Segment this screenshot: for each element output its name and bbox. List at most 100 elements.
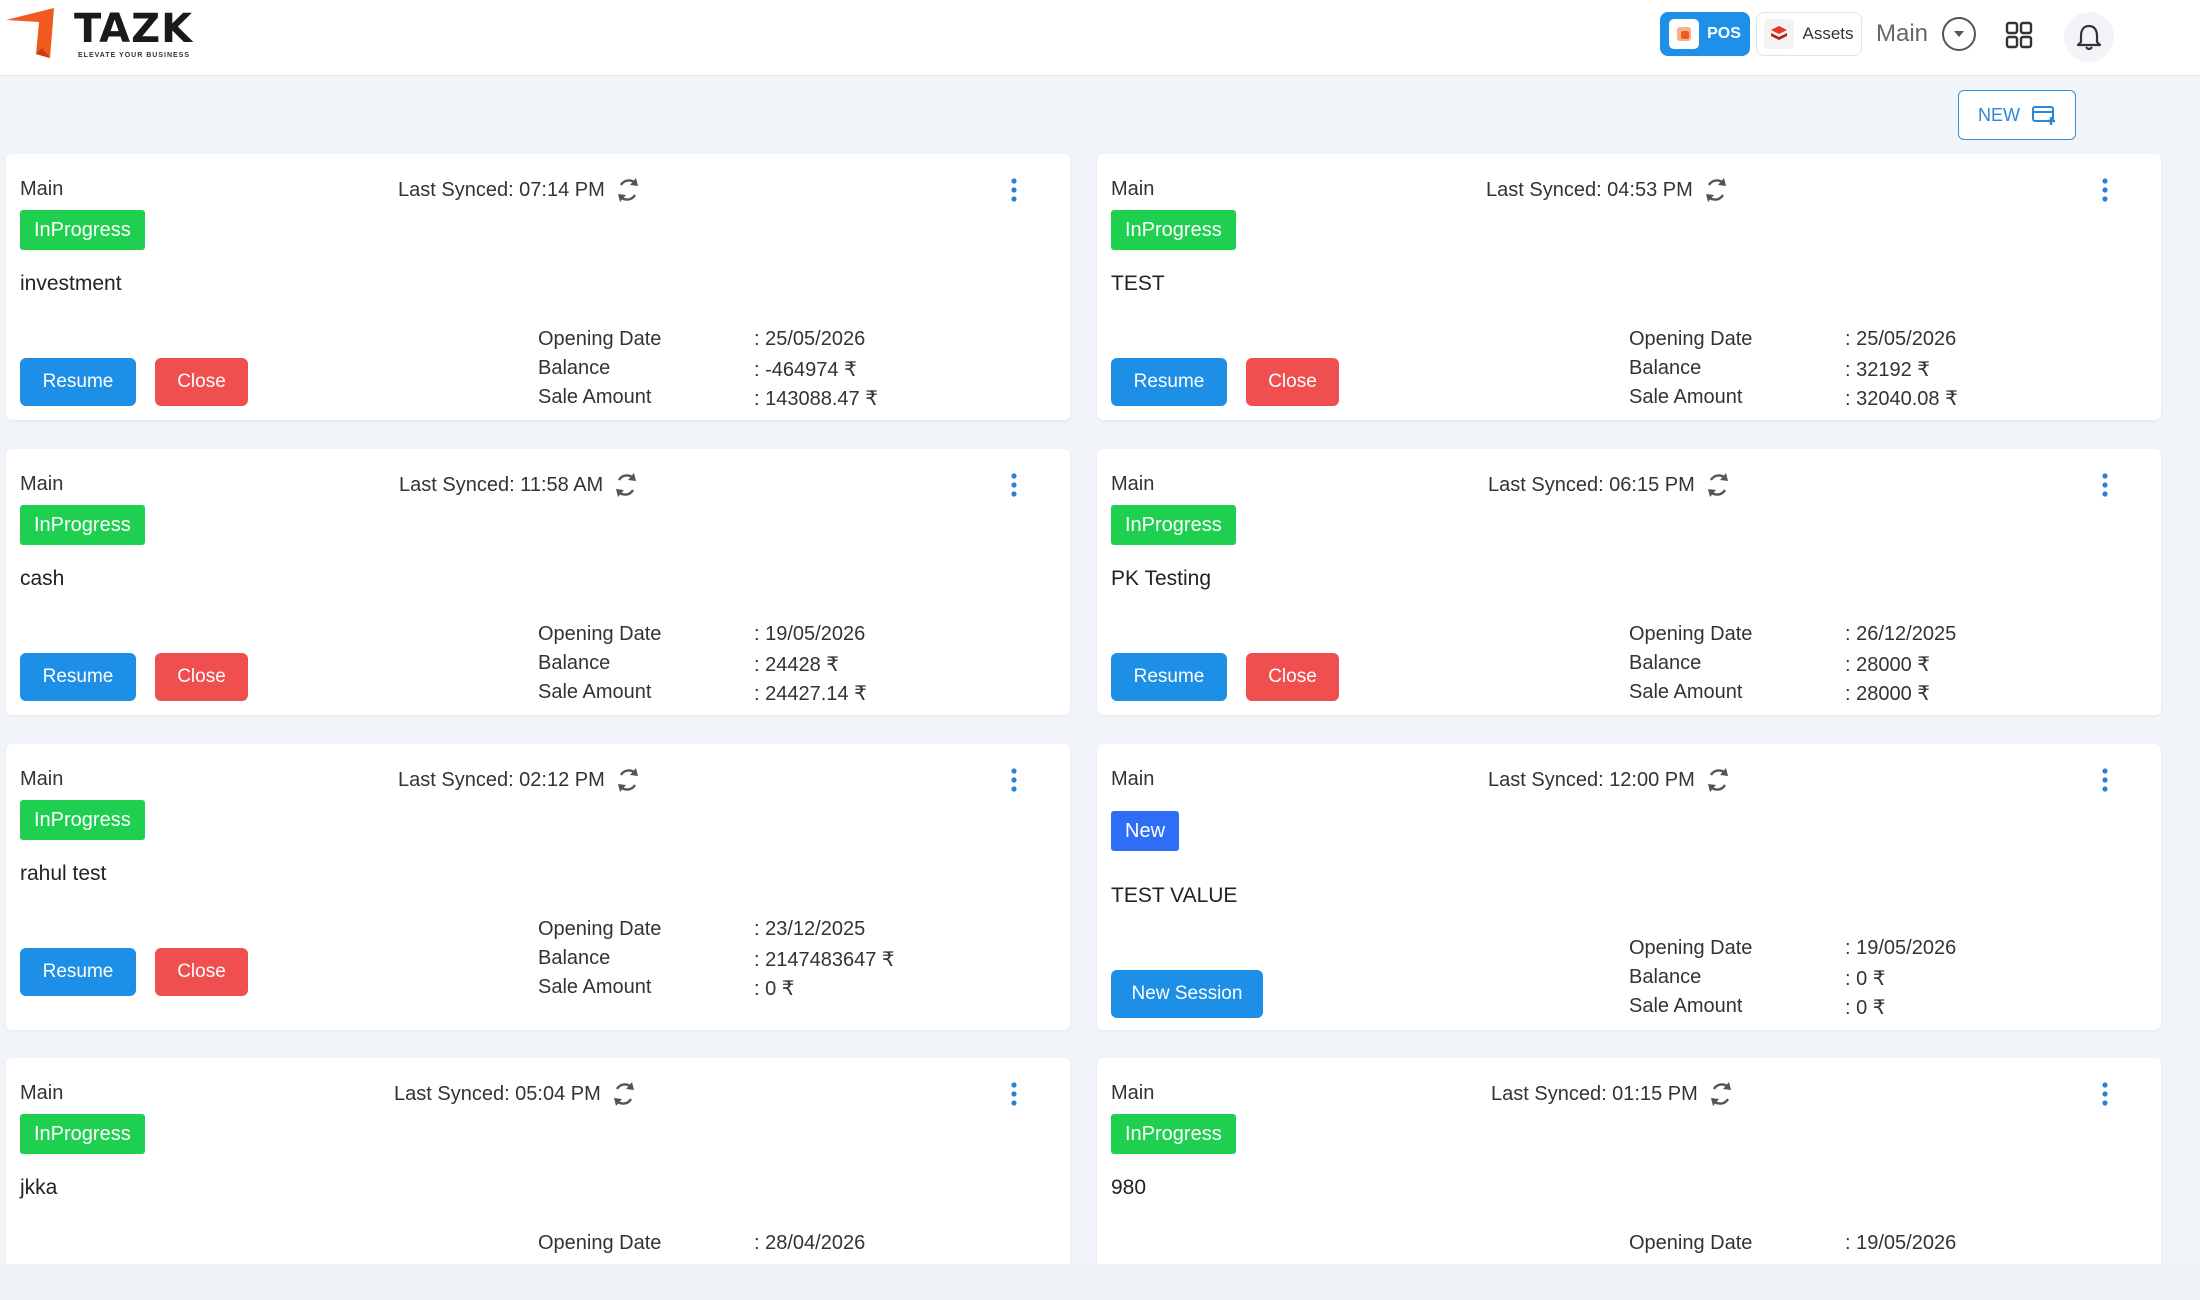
close-button[interactable]: Close [155, 948, 248, 996]
session-name: rahul test [20, 862, 107, 885]
sync-icon[interactable] [1705, 471, 1731, 499]
session-name: cash [20, 567, 65, 590]
session-details: Opening Date: 25/05/2026 Balance: -46497… [538, 328, 878, 415]
balance-value: : 28000 ₹ [1845, 654, 1931, 676]
more-options-icon[interactable] [2099, 766, 2111, 796]
balance-label: Balance [538, 357, 611, 379]
apps-grid-icon[interactable] [2004, 20, 2034, 50]
status-badge: InProgress [1111, 505, 1236, 545]
sync-icon[interactable] [1708, 1080, 1734, 1108]
sale-amount-value: : 32040.08 ₹ [1845, 388, 1958, 410]
sale-amount-label: Sale Amount [1629, 386, 1743, 408]
session-card: Main Last Synced: 04:53 PM InProgress TE… [1097, 154, 2161, 420]
more-options-icon[interactable] [2099, 1080, 2111, 1110]
more-options-icon[interactable] [1008, 176, 1020, 206]
logo-mark-icon [6, 8, 54, 58]
sync-icon[interactable] [615, 176, 641, 204]
session-card: Main Last Synced: 06:15 PM InProgress PK… [1097, 449, 2161, 715]
opening-date-value: : 25/05/2026 [754, 328, 866, 350]
chevron-down-icon [1942, 17, 1977, 51]
sync-icon[interactable] [1705, 766, 1731, 794]
session-branch: Main [1111, 1082, 1155, 1104]
balance-label: Balance [1629, 966, 1702, 988]
close-button[interactable]: Close [155, 653, 248, 701]
assets-app-icon [1764, 19, 1795, 49]
sale-amount-value: : 28000 ₹ [1845, 683, 1931, 705]
sync-icon[interactable] [615, 766, 641, 794]
top-header: TAZK ELEVATE YOUR BUSINESS POS Assets Ma… [0, 0, 2200, 76]
balance-value: : 0 ₹ [1845, 968, 1886, 990]
session-card: Main Last Synced: 12:00 PM New TEST VALU… [1097, 744, 2161, 1030]
session-name: TEST VALUE [1111, 884, 1238, 907]
status-badge: InProgress [20, 1114, 145, 1154]
session-details: Opening Date: 28/04/2026 [538, 1232, 865, 1261]
status-badge: InProgress [1111, 210, 1236, 250]
last-synced: Last Synced: 12:00 PM [1488, 766, 1731, 794]
bell-icon [2076, 24, 2102, 51]
balance-value: : 24428 ₹ [754, 654, 840, 676]
opening-date-label: Opening Date [1629, 623, 1753, 645]
resume-button[interactable]: Resume [1111, 358, 1227, 406]
more-options-icon[interactable] [1008, 766, 1020, 796]
more-options-icon[interactable] [1008, 471, 1020, 501]
resume-button[interactable]: Resume [1111, 653, 1227, 701]
pos-switch-button[interactable]: POS [1660, 12, 1750, 56]
balance-label: Balance [1629, 652, 1702, 674]
close-button[interactable]: Close [1246, 358, 1339, 406]
resume-button[interactable]: Resume [20, 948, 136, 996]
page-bottom-bar [0, 1264, 2200, 1300]
session-branch: Main [20, 178, 64, 200]
opening-date-value: : 19/05/2026 [1845, 937, 1957, 959]
last-synced: Last Synced: 01:15 PM [1491, 1080, 1734, 1108]
new-session-top-button[interactable]: NEW [1958, 90, 2076, 140]
balance-label: Balance [1629, 357, 1702, 379]
assets-switch-button[interactable]: Assets [1756, 12, 1862, 56]
last-synced-text: Last Synced: 07:14 PM [398, 178, 605, 201]
last-synced-text: Last Synced: 06:15 PM [1488, 473, 1695, 496]
last-synced: Last Synced: 04:53 PM [1486, 176, 1729, 204]
more-options-icon[interactable] [2099, 176, 2111, 206]
opening-date-value: : 23/12/2025 [754, 918, 866, 940]
session-branch: Main [1111, 178, 1155, 200]
status-badge: InProgress [20, 210, 145, 250]
session-name: PK Testing [1111, 567, 1212, 590]
opening-date-label: Opening Date [1629, 937, 1753, 959]
session-name: TEST [1111, 272, 1165, 295]
resume-button[interactable]: Resume [20, 653, 136, 701]
assets-label: Assets [1802, 24, 1854, 43]
session-card: Main Last Synced: 11:58 AM InProgress ca… [6, 449, 1070, 715]
notifications-button[interactable] [2064, 12, 2114, 62]
session-branch: Main [1111, 768, 1155, 790]
sync-icon[interactable] [613, 471, 639, 499]
balance-value: : 32192 ₹ [1845, 359, 1931, 381]
session-branch: Main [20, 1082, 64, 1104]
sync-icon[interactable] [611, 1080, 637, 1108]
logo-tagline: ELEVATE YOUR BUSINESS [78, 52, 191, 59]
tazk-logo[interactable]: TAZK ELEVATE YOUR BUSINESS [6, 6, 196, 62]
sync-icon[interactable] [1703, 176, 1729, 204]
balance-value: : 2147483647 ₹ [754, 949, 895, 971]
new-button-label: NEW [1978, 104, 2020, 125]
pos-app-icon [1669, 19, 1700, 49]
sale-amount-label: Sale Amount [1629, 995, 1743, 1017]
last-synced-text: Last Synced: 05:04 PM [394, 1082, 601, 1105]
close-button[interactable]: Close [155, 358, 248, 406]
session-name: jkka [20, 1176, 58, 1199]
add-register-icon [2032, 106, 2055, 125]
sale-amount-label: Sale Amount [538, 976, 652, 998]
session-branch: Main [20, 473, 64, 495]
session-branch: Main [20, 768, 64, 790]
last-synced-text: Last Synced: 04:53 PM [1486, 178, 1693, 201]
session-details: Opening Date: 25/05/2026 Balance: 32192 … [1629, 328, 1958, 415]
opening-date-value: : 25/05/2026 [1845, 328, 1957, 350]
branch-selector[interactable]: Main [1876, 14, 1977, 54]
sale-amount-value: : 0 ₹ [1845, 997, 1886, 1019]
last-synced-text: Last Synced: 01:15 PM [1491, 1082, 1698, 1105]
close-button[interactable]: Close [1246, 653, 1339, 701]
sale-amount-label: Sale Amount [538, 681, 652, 703]
status-badge: New [1111, 811, 1180, 851]
new-session-button[interactable]: New Session [1111, 970, 1263, 1018]
more-options-icon[interactable] [1008, 1080, 1020, 1110]
more-options-icon[interactable] [2099, 471, 2111, 501]
resume-button[interactable]: Resume [20, 358, 136, 406]
